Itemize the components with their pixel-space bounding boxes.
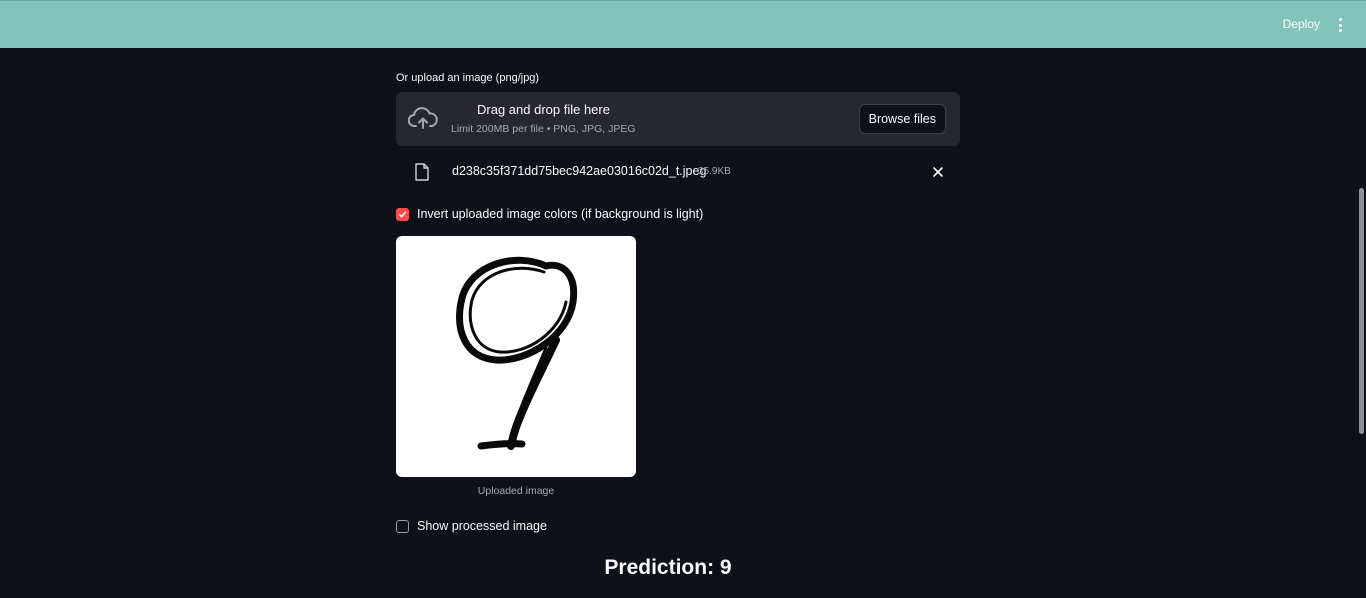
file-icon <box>415 163 429 181</box>
file-size: 35.9KB <box>698 166 731 177</box>
show-processed-label: Show processed image <box>417 519 547 533</box>
prediction-result: Prediction: 9 <box>604 556 732 579</box>
app-header: Deploy <box>0 0 1366 48</box>
file-dropzone[interactable]: Drag and drop file here Limit 200MB per … <box>396 92 960 146</box>
close-icon[interactable] <box>930 164 946 180</box>
browse-files-button[interactable]: Browse files <box>858 104 946 134</box>
uploaded-file-row: d238c35f371dd75bec942ae03016c02d_t.jpeg … <box>396 158 960 186</box>
uploaded-image <box>396 236 636 477</box>
invert-colors-checkbox[interactable]: Invert uploaded image colors (if backgro… <box>396 204 703 224</box>
image-caption: Uploaded image <box>477 485 555 497</box>
invert-colors-label: Invert uploaded image colors (if backgro… <box>417 207 704 221</box>
dropzone-title: Drag and drop file here <box>477 102 610 117</box>
deploy-button[interactable]: Deploy <box>1283 17 1320 31</box>
file-name: d238c35f371dd75bec942ae03016c02d_t.jpeg <box>452 164 707 178</box>
page-scrollbar[interactable] <box>1359 188 1364 434</box>
checkbox-checked-icon[interactable] <box>396 207 409 221</box>
show-processed-checkbox[interactable]: Show processed image <box>396 516 547 536</box>
digit-nine-drawing <box>456 256 578 450</box>
uploader-label: Or upload an image (png/jpg) <box>396 72 540 84</box>
kebab-menu-icon[interactable] <box>1334 15 1346 35</box>
dropzone-limit: Limit 200MB per file • PNG, JPG, JPEG <box>451 123 636 135</box>
cloud-upload-icon <box>408 107 438 129</box>
checkbox-unchecked-icon[interactable] <box>396 519 409 533</box>
